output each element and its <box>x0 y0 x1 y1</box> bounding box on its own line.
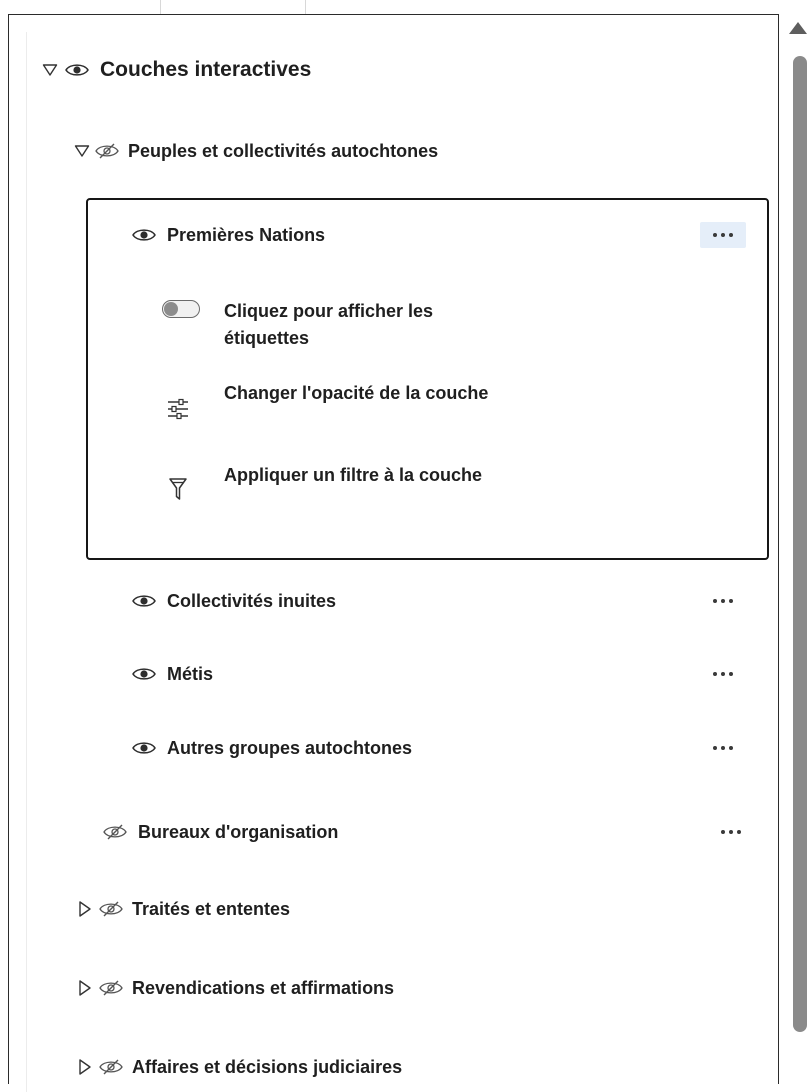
more-horizontal-icon[interactable] <box>700 661 746 687</box>
toggle-labels-option[interactable] <box>162 300 200 318</box>
scroll-up-arrow-icon[interactable] <box>789 22 807 34</box>
option-label[interactable]: Appliquer un filtre à la couche <box>224 462 504 489</box>
option-label[interactable]: Changer l'opacité de la couche <box>224 380 504 407</box>
layer-label: Autres groupes autochtones <box>167 737 413 758</box>
layer-label: Métis <box>167 663 214 684</box>
more-horizontal-icon[interactable] <box>700 222 746 248</box>
layer-group-affaires[interactable]: Affaires et décisions judiciaires <box>78 1054 402 1080</box>
scrollbar-thumb[interactable] <box>793 56 807 1032</box>
layer-group-traites[interactable]: Traités et ententes <box>78 896 290 922</box>
layer-group-couches-interactives[interactable]: Couches interactives <box>42 56 311 84</box>
layer-list-content <box>26 32 775 1092</box>
visible-eye-icon[interactable] <box>131 666 157 682</box>
more-horizontal-icon[interactable] <box>700 735 746 761</box>
expand-triangle-right-icon[interactable] <box>78 900 92 918</box>
visible-eye-icon[interactable] <box>131 593 157 609</box>
filter-icon[interactable] <box>168 476 188 502</box>
layer-group-label: Traités et ententes <box>132 898 291 919</box>
expand-triangle-right-icon[interactable] <box>78 1058 92 1076</box>
expand-triangle-down-icon[interactable] <box>42 63 58 77</box>
layer-item-premieres-nations[interactable]: Premières Nations <box>131 222 325 248</box>
tab-divider <box>305 0 306 14</box>
layer-group-label: Peuples et collectivités autochtones <box>128 140 439 161</box>
layer-group-label: Revendications et affirmations <box>132 977 395 998</box>
expand-triangle-down-icon[interactable] <box>74 144 90 158</box>
layer-group-revendications[interactable]: Revendications et affirmations <box>78 975 394 1001</box>
layer-label: Collectivités inuites <box>167 590 337 611</box>
expand-triangle-right-icon[interactable] <box>78 979 92 997</box>
hidden-eye-slash-icon[interactable] <box>94 143 120 159</box>
more-horizontal-icon[interactable] <box>708 819 754 845</box>
layer-label: Premières Nations <box>167 224 326 245</box>
layer-list-window: Couches interactives Peuples et collecti… <box>0 0 807 1092</box>
tab-divider <box>160 0 161 14</box>
layer-label: Bureaux d'organisation <box>138 821 339 842</box>
hidden-eye-slash-icon[interactable] <box>98 980 124 996</box>
layer-group-label: Couches interactives <box>100 58 312 81</box>
labels-toggle-switch[interactable] <box>162 300 200 318</box>
visible-eye-icon[interactable] <box>131 740 157 756</box>
option-label: Cliquez pour afficher les étiquettes <box>224 301 434 348</box>
more-horizontal-icon[interactable] <box>700 588 746 614</box>
hidden-eye-slash-icon[interactable] <box>98 1059 124 1075</box>
hidden-eye-slash-icon[interactable] <box>98 901 124 917</box>
layer-item-metis[interactable]: Métis <box>131 661 213 687</box>
hidden-eye-slash-icon[interactable] <box>102 824 128 840</box>
layer-item-collectivites-inuites[interactable]: Collectivités inuites <box>131 588 336 614</box>
layer-item-autres-groupes[interactable]: Autres groupes autochtones <box>131 735 412 761</box>
selected-layer-card <box>86 198 769 560</box>
sliders-icon[interactable] <box>166 398 190 420</box>
layer-item-bureaux[interactable]: Bureaux d'organisation <box>102 819 338 845</box>
layer-group-label: Affaires et décisions judiciaires <box>132 1056 403 1077</box>
visible-eye-icon[interactable] <box>64 62 90 78</box>
visible-eye-icon[interactable] <box>131 227 157 243</box>
layer-group-peuples[interactable]: Peuples et collectivités autochtones <box>74 138 438 164</box>
